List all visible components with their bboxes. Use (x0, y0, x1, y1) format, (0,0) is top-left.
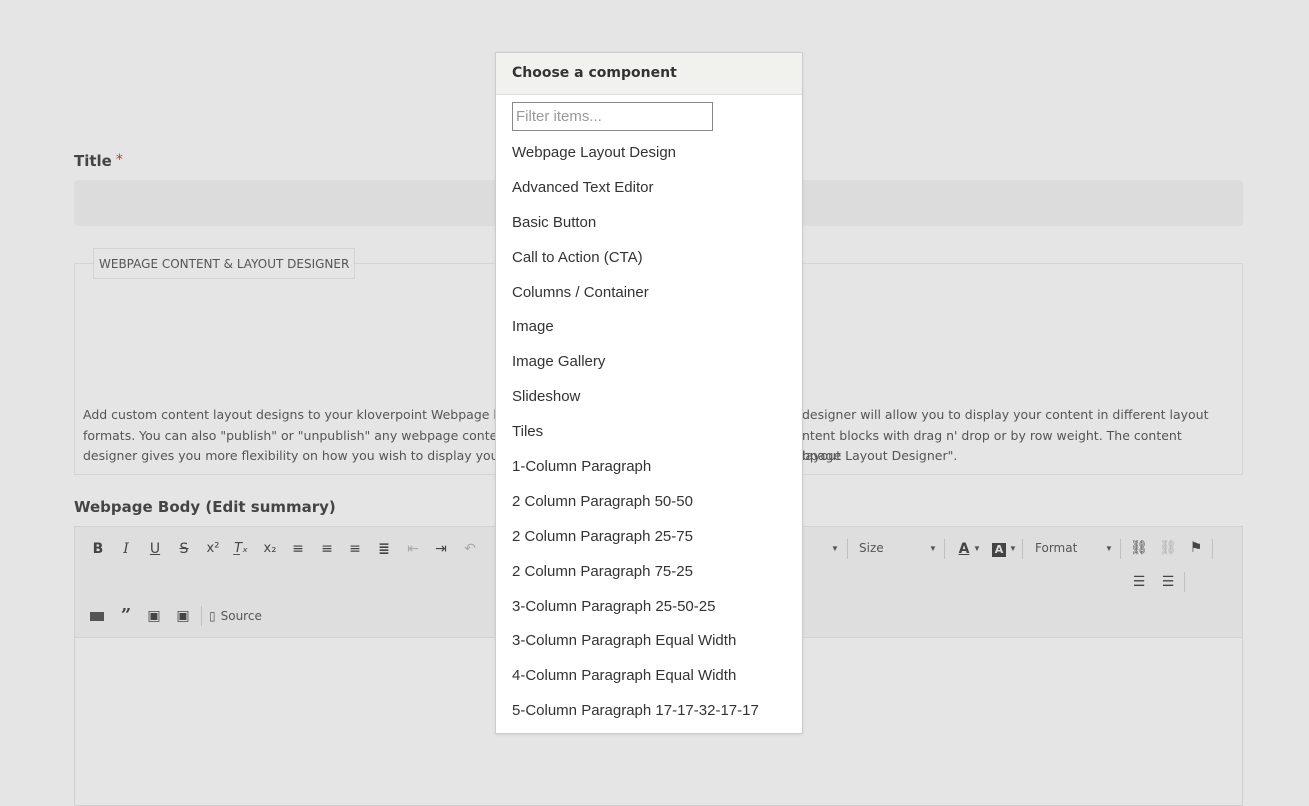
toolbar-separator (1212, 539, 1213, 559)
component-item[interactable]: Basic Button (496, 206, 802, 241)
toolbar-separator (1184, 572, 1185, 592)
component-item[interactable]: Slideshow (496, 380, 802, 415)
subscript-icon[interactable]: x₂ (259, 538, 281, 560)
toolbar-separator (847, 539, 848, 559)
component-item[interactable]: Advanced Text Editor (496, 171, 802, 206)
italic-icon[interactable]: I (115, 538, 137, 560)
title-label: Title * (74, 152, 123, 170)
image-icon[interactable]: ▣ (143, 605, 165, 627)
toolbar-separator (1022, 539, 1023, 559)
remove-format-icon[interactable]: T̲ₓ (230, 538, 252, 560)
toolbar-separator (201, 606, 202, 626)
filter-items-input[interactable] (512, 102, 713, 131)
component-item[interactable]: 1-Column Paragraph (496, 450, 802, 485)
source-label: Source (220, 609, 262, 623)
bulleted-list-icon[interactable]: ☰ (1128, 571, 1150, 593)
toolbar-separator (1120, 539, 1121, 559)
desc-line1-right: designer will allow you to display your … (802, 407, 1209, 422)
underline-icon[interactable]: U (144, 538, 166, 560)
component-item[interactable]: Columns / Container (496, 276, 802, 311)
desc-line3-left: designer gives you more flexibility on h… (83, 448, 518, 463)
component-item[interactable]: Call to Action (CTA) (496, 241, 802, 276)
outdent-icon[interactable]: ⇤ (402, 538, 424, 560)
component-list: Webpage Layout Design Advanced Text Edit… (496, 136, 802, 729)
align-center-icon[interactable]: ≡ (344, 538, 366, 560)
component-item[interactable]: 4-Column Paragraph Equal Width (496, 659, 802, 694)
numbered-list-icon[interactable]: ☰ (1157, 571, 1179, 593)
strikethrough-icon[interactable]: S (173, 538, 195, 560)
desc-line2-left: formats. You can also "publish" or "unpu… (83, 427, 511, 443)
source-icon: ▯ (209, 609, 216, 623)
required-marker: * (115, 152, 123, 168)
align-left-icon[interactable]: ≡ (287, 538, 309, 560)
text-color-caret-icon[interactable]: ▼ (973, 538, 981, 560)
component-picker-header: Choose a component (496, 53, 802, 95)
image-gallery-icon[interactable]: ▣ (172, 605, 194, 627)
embed-icon[interactable] (86, 605, 108, 627)
style-dropdown-caret-icon[interactable]: ▼ (831, 538, 839, 560)
bold-icon[interactable]: B (87, 538, 109, 560)
indent-icon[interactable]: ⇥ (430, 538, 452, 560)
component-item[interactable]: 3-Column Paragraph Equal Width (496, 624, 802, 659)
undo-icon[interactable]: ↶ (459, 538, 481, 560)
body-label: Webpage Body (Edit summary) (74, 498, 336, 516)
desc-line1-left: Add custom content layout designs to you… (83, 407, 509, 422)
font-size-combo[interactable]: Size (859, 537, 939, 559)
format-caret-icon[interactable]: ▼ (1105, 538, 1113, 560)
component-item[interactable]: 2 Column Paragraph 75-25 (496, 555, 802, 590)
size-caret-icon[interactable]: ▼ (929, 538, 937, 560)
anchor-flag-icon[interactable]: ⚑ (1185, 537, 1207, 559)
link-icon[interactable]: ⛓ (1128, 537, 1150, 559)
component-picker: Choose a component Webpage Layout Design… (495, 52, 803, 734)
component-item[interactable]: 2 Column Paragraph 25-75 (496, 520, 802, 555)
source-button[interactable]: ▯ Source (209, 605, 262, 627)
component-item[interactable]: 2 Column Paragraph 50-50 (496, 485, 802, 520)
component-item[interactable]: 3-Column Paragraph 25-50-25 (496, 590, 802, 625)
justify-icon[interactable]: ≣ (373, 538, 395, 560)
unlink-icon[interactable]: ⛓ (1157, 537, 1179, 559)
component-item[interactable]: Image (496, 310, 802, 345)
desc-line3-right: bpage Layout Designer". (802, 448, 958, 463)
component-item[interactable]: Tiles (496, 415, 802, 450)
component-item[interactable]: Image Gallery (496, 345, 802, 380)
format-combo[interactable]: Format (1035, 537, 1115, 559)
blockquote-icon[interactable]: ” (115, 605, 137, 627)
background-color-icon[interactable]: A (988, 538, 1010, 560)
component-item[interactable]: Webpage Layout Design (496, 136, 802, 171)
align-right-icon[interactable]: ≡ (316, 538, 338, 560)
superscript-icon[interactable]: x² (202, 538, 224, 560)
component-item[interactable]: 5-Column Paragraph 17-17-32-17-17 (496, 694, 802, 729)
layout-designer-legend[interactable]: WEBPAGE CONTENT & LAYOUT DESIGNER (93, 248, 356, 279)
background-color-caret-icon[interactable]: ▼ (1009, 538, 1017, 560)
text-color-icon[interactable]: A (953, 538, 975, 560)
toolbar-separator (944, 539, 945, 559)
